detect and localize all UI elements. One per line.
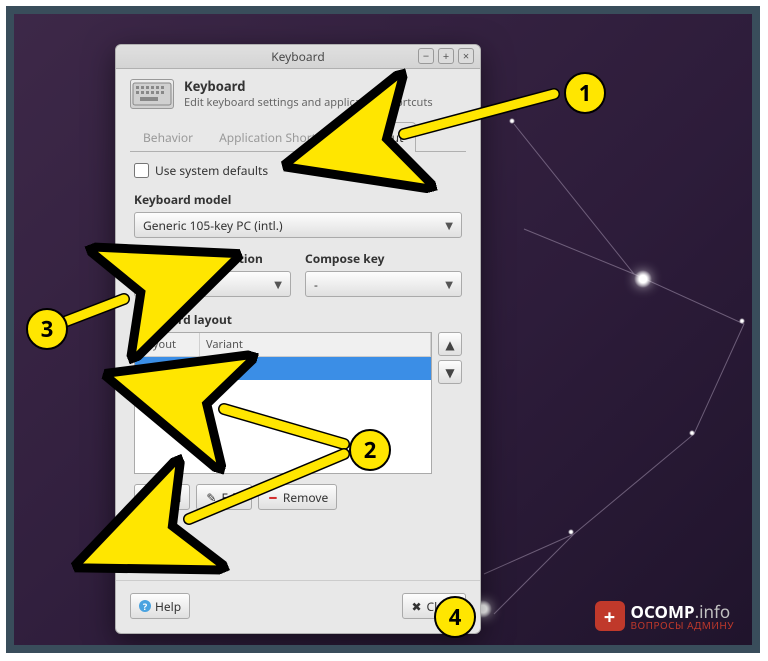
annotation-4: 4 [434,596,476,638]
watermark: + OCOMP.info ВОПРОСЫ АДМИНУ [595,601,734,631]
keyboard-layout-label: Keyboard layout [134,311,462,328]
edit-button[interactable]: ✎Edit [196,484,251,510]
add-button[interactable]: ✚Add [134,484,190,510]
move-up-button[interactable]: ▲ [438,332,462,356]
tab-application-shortcuts[interactable]: Application Shortcuts [206,122,352,152]
chevron-down-icon: ▼ [445,218,453,232]
maximize-button[interactable]: + [438,48,454,64]
layout-row-english[interactable]: English (US) [135,357,431,380]
chevron-down-icon: ▼ [274,277,282,291]
minimize-button[interactable]: − [418,48,434,64]
compose-key-select[interactable]: - ▼ [305,271,462,297]
minus-icon: ━ [267,491,279,503]
keyboard-settings-window: Keyboard − + × Keyboard Edit keyboard se… [115,44,481,634]
use-system-defaults-checkbox[interactable] [134,163,149,178]
use-system-defaults-label: Use system defaults [155,162,268,179]
annotation-1: 1 [564,72,606,114]
keyboard-model-label: Keyboard model [134,191,462,208]
titlebar: Keyboard − + × [116,45,480,69]
column-layout: Layout [135,333,200,356]
keyboard-model-select[interactable]: Generic 105-key PC (intl.) ▼ [134,212,462,238]
chevron-down-icon: ▼ [445,277,453,291]
move-down-button[interactable]: ▼ [438,360,462,384]
layout-row-russian[interactable]: Russian [135,380,431,403]
tab-layout[interactable]: Layout [352,122,416,152]
plus-icon: ✚ [143,491,155,503]
annotation-2: 2 [349,429,391,471]
tab-behavior[interactable]: Behavior [130,122,206,152]
change-layout-option-select[interactable]: Alt+Shift ▼ [134,271,291,297]
keyboard-icon [130,79,174,109]
help-icon: ? [139,600,151,612]
annotation-3: 3 [26,308,68,350]
help-button[interactable]: ?Help [130,593,190,619]
cross-icon: + [595,601,625,631]
page-subtitle: Edit keyboard settings and application s… [184,95,433,110]
page-title: Keyboard [184,77,433,95]
close-window-button[interactable]: × [458,48,474,64]
close-icon: ✖ [411,600,423,612]
compose-key-label: Compose key [305,250,462,267]
remove-button[interactable]: ━Remove [258,484,337,510]
column-variant: Variant [200,333,431,356]
pencil-icon: ✎ [205,491,217,503]
change-layout-option-label: Change layout option [134,250,291,267]
